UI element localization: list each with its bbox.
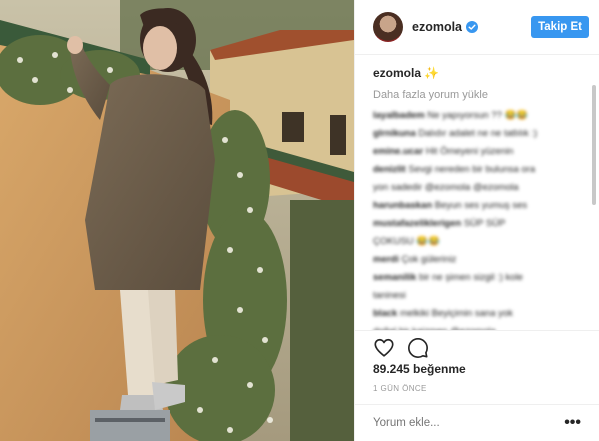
- action-bar: [355, 330, 599, 358]
- comment-text: ÇOKUSU 😂😂: [373, 236, 440, 247]
- comment-username[interactable]: glrnikuna: [373, 128, 416, 139]
- comment-text: doğal bir kaizmen @ezomola: [373, 326, 496, 330]
- heart-icon[interactable]: [373, 337, 395, 359]
- comment-item: doğal bir kaizmen @ezomola: [373, 326, 581, 330]
- post-sidebar: ezomola Takip Et ezomola ✨ Daha fazla yo…: [354, 0, 599, 441]
- comment-item: merdi Çok güleriniz: [373, 254, 581, 267]
- comment-username[interactable]: mustafazeliklerigen: [373, 218, 461, 229]
- caption-text: ✨: [424, 66, 440, 80]
- comment-username[interactable]: emine.ucar: [373, 146, 423, 157]
- comment-text: Ne yapıyorsun ?? 😂😂: [427, 110, 529, 121]
- comment-item: mustafazeliklerigen SÜP SÜP: [373, 218, 581, 231]
- comments-list: ezomola ✨ Daha fazla yorum yükle layalba…: [355, 55, 599, 330]
- comment-username[interactable]: semanilik: [373, 272, 416, 283]
- comment-item: emine.ucar Hit Ömeyeni yüzenin: [373, 146, 581, 159]
- comment-username[interactable]: layalbadem: [373, 110, 425, 121]
- comment-username[interactable]: black: [373, 308, 397, 319]
- comment-text: taninesi: [373, 290, 406, 301]
- comment-text: yon sadedir @ezomola @ezomola: [373, 182, 519, 193]
- comment-item: glrnikuna Dalıdır adalet ne ne tatlılık …: [373, 128, 581, 141]
- comment-username[interactable]: merdi: [373, 254, 399, 265]
- comment-item: black melkiki Beyiçimin sana yok: [373, 308, 581, 321]
- comment-username[interactable]: denizlit: [373, 164, 406, 175]
- post-header: ezomola Takip Et: [355, 0, 599, 55]
- post-photo[interactable]: [0, 0, 354, 441]
- post-date[interactable]: 1 GÜN ÖNCE: [355, 376, 599, 393]
- comment-item: harunbaskan Beyun ses yumuş ses: [373, 200, 581, 213]
- add-comment-bar: •••: [355, 404, 599, 441]
- comment-item: yon sadedir @ezomola @ezomola: [373, 182, 581, 195]
- verified-badge-icon: [466, 21, 479, 33]
- comment-item: taninesi: [373, 290, 581, 303]
- comment-item: ÇOKUSU 😂😂: [373, 236, 581, 249]
- post-caption: ezomola ✨: [373, 66, 581, 80]
- comment-text: Beyun ses yumuş ses: [434, 200, 528, 211]
- comment-items: layalbadem Ne yapıyorsun ?? 😂😂 glrnikuna …: [373, 110, 581, 330]
- comment-item: denizlit Sevgi nereden bir bulunsa ora: [373, 164, 581, 177]
- avatar[interactable]: [373, 12, 403, 42]
- post-photo-illustration: [0, 0, 354, 441]
- comment-text: bir ne şimen sizgil :) kole: [418, 272, 523, 283]
- follow-button[interactable]: Takip Et: [531, 16, 589, 38]
- comments-scrollbar[interactable]: [592, 85, 596, 205]
- comment-text: SÜP SÜP: [463, 218, 506, 229]
- comment-text: Hit Ömeyeni yüzenin: [425, 146, 514, 157]
- comment-item: semanilik bir ne şimen sizgil :) kole: [373, 272, 581, 285]
- load-more-comments-link[interactable]: Daha fazla yorum yükle: [373, 89, 581, 101]
- more-options-icon[interactable]: •••: [564, 414, 581, 432]
- header-username[interactable]: ezomola: [412, 20, 462, 34]
- comment-item: layalbadem Ne yapıyorsun ?? 😂😂: [373, 110, 581, 123]
- comment-text: Dalıdır adalet ne ne tatlılık :): [418, 128, 538, 139]
- comment-text: Çok güleriniz: [401, 254, 457, 265]
- caption-username[interactable]: ezomola: [373, 66, 421, 80]
- likes-count[interactable]: 89.245 beğenme: [355, 358, 599, 376]
- comment-username[interactable]: harunbaskan: [373, 200, 432, 211]
- comment-icon[interactable]: [407, 337, 429, 359]
- comment-text: Sevgi nereden bir bulunsa ora: [408, 164, 536, 175]
- add-comment-input[interactable]: [373, 417, 565, 429]
- comment-text: melkiki Beyiçimin sana yok: [399, 308, 513, 319]
- instagram-post: ezomola Takip Et ezomola ✨ Daha fazla yo…: [0, 0, 599, 441]
